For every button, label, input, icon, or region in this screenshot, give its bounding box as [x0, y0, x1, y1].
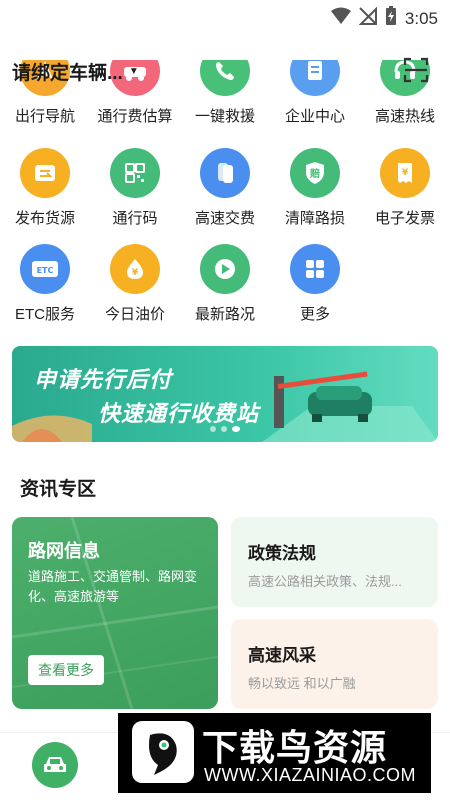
news-section-title: 资讯专区 — [20, 479, 97, 500]
card-pay-icon — [200, 148, 250, 198]
service-label: 清障路损 — [284, 210, 345, 227]
service-label: 一键救援 — [194, 108, 255, 125]
vehicle-label: 请绑定车辆... — [12, 63, 123, 84]
play-video-icon — [200, 244, 250, 294]
invoice-icon: ¥ — [380, 148, 430, 198]
status-time: 3:05 — [404, 8, 438, 28]
service-more[interactable]: 更多 — [270, 244, 360, 324]
service-publish-cargo[interactable]: 发布货源 — [0, 148, 90, 228]
service-e-invoice[interactable]: ¥ 电子发票 — [360, 148, 450, 228]
signal-off-icon — [358, 6, 377, 30]
carousel-indicator — [210, 426, 240, 432]
service-label: 企业中心 — [284, 108, 345, 125]
service-label: 高速交费 — [194, 210, 255, 227]
policy-desc: 高速公路相关政策、法规... — [248, 574, 402, 589]
service-clearance-damage[interactable]: 赔 清障路损 — [270, 148, 360, 228]
bird-logo-icon — [132, 721, 194, 783]
service-label: 电子发票 — [374, 210, 435, 227]
road-info-title: 路网信息 — [28, 541, 100, 561]
service-label: 更多 — [299, 306, 330, 323]
truck-cargo-icon — [20, 148, 70, 198]
service-label: 发布货源 — [14, 210, 75, 227]
carousel-dot[interactable] — [210, 426, 216, 432]
etc-card-icon: ETC — [20, 244, 70, 294]
service-label: ETC服务 — [14, 306, 75, 323]
svg-text:赔: 赔 — [309, 167, 320, 180]
qr-code-icon — [110, 148, 160, 198]
wifi-icon — [330, 7, 351, 30]
road-info-desc: 道路施工、交通管制、路网变化、高速旅游等 — [28, 569, 198, 604]
oil-price-icon: ¥ — [110, 244, 160, 294]
service-label: 今日油价 — [104, 306, 165, 323]
svg-text:¥: ¥ — [132, 268, 139, 278]
service-label: 最新路况 — [194, 306, 255, 323]
carousel-dot-active[interactable] — [232, 426, 240, 432]
chevron-down-icon: ▼ — [128, 66, 139, 77]
service-grid: 出行导航 通行费估算 一键救援 企业中心 高速热线 发布货源 通行码 高速交费 … — [0, 60, 450, 330]
watermark-url: WWW.XIAZAINIAO.COM — [204, 765, 416, 785]
compensation-shield-icon: 赔 — [290, 148, 340, 198]
status-bar: 3:05 — [0, 0, 450, 34]
banner-title-line1: 申请先行后付 — [34, 367, 173, 392]
promo-banner[interactable]: 申请先行后付 快速通行收费站 — [12, 346, 438, 442]
service-road-condition[interactable]: 最新路况 — [180, 244, 270, 324]
service-highway-pay[interactable]: 高速交费 — [180, 148, 270, 228]
more-grid-icon — [290, 244, 340, 294]
scenery-desc: 畅以致远 和以广融 — [248, 676, 356, 691]
carousel-dot[interactable] — [221, 426, 227, 432]
service-label: 高速热线 — [374, 108, 435, 125]
service-oil-price[interactable]: ¥ 今日油价 — [90, 244, 180, 324]
battery-charging-icon — [385, 6, 397, 31]
policy-card[interactable]: 政策法规 高速公路相关政策、法规... — [231, 517, 438, 607]
service-label: 通行费估算 — [97, 108, 173, 125]
view-more-button[interactable]: 查看更多 — [28, 655, 104, 685]
app-header: 请绑定车辆... ▼ — [0, 52, 450, 88]
scan-button[interactable] — [402, 56, 430, 84]
nav-car-button[interactable] — [32, 742, 78, 788]
bind-vehicle-selector[interactable]: 请绑定车辆... ▼ — [12, 58, 139, 85]
banner-title-line2: 快速通行收费站 — [98, 401, 260, 426]
service-pass-code[interactable]: 通行码 — [90, 148, 180, 228]
watermark-title: 下载鸟资源 — [202, 727, 388, 768]
service-etc[interactable]: ETC ETC服务 — [0, 244, 90, 324]
watermark-overlay: 下载鸟资源 WWW.XIAZAINIAO.COM — [118, 713, 431, 793]
scan-icon — [403, 57, 429, 83]
highway-scenery-card[interactable]: 高速风采 畅以致远 和以广融 — [231, 619, 438, 709]
car-icon — [44, 757, 66, 772]
etc-badge-text: ETC — [37, 266, 54, 275]
service-label: 通行码 — [112, 210, 158, 227]
svg-text:¥: ¥ — [402, 168, 409, 178]
policy-title: 政策法规 — [248, 544, 316, 563]
scenery-title: 高速风采 — [248, 646, 316, 665]
service-row-2: 发布货源 通行码 高速交费 赔 清障路损 ¥ 电子发票 — [0, 148, 450, 228]
service-row-3: ETC ETC服务 ¥ 今日油价 最新路况 更多 — [0, 244, 450, 324]
service-label: 出行导航 — [14, 108, 75, 125]
